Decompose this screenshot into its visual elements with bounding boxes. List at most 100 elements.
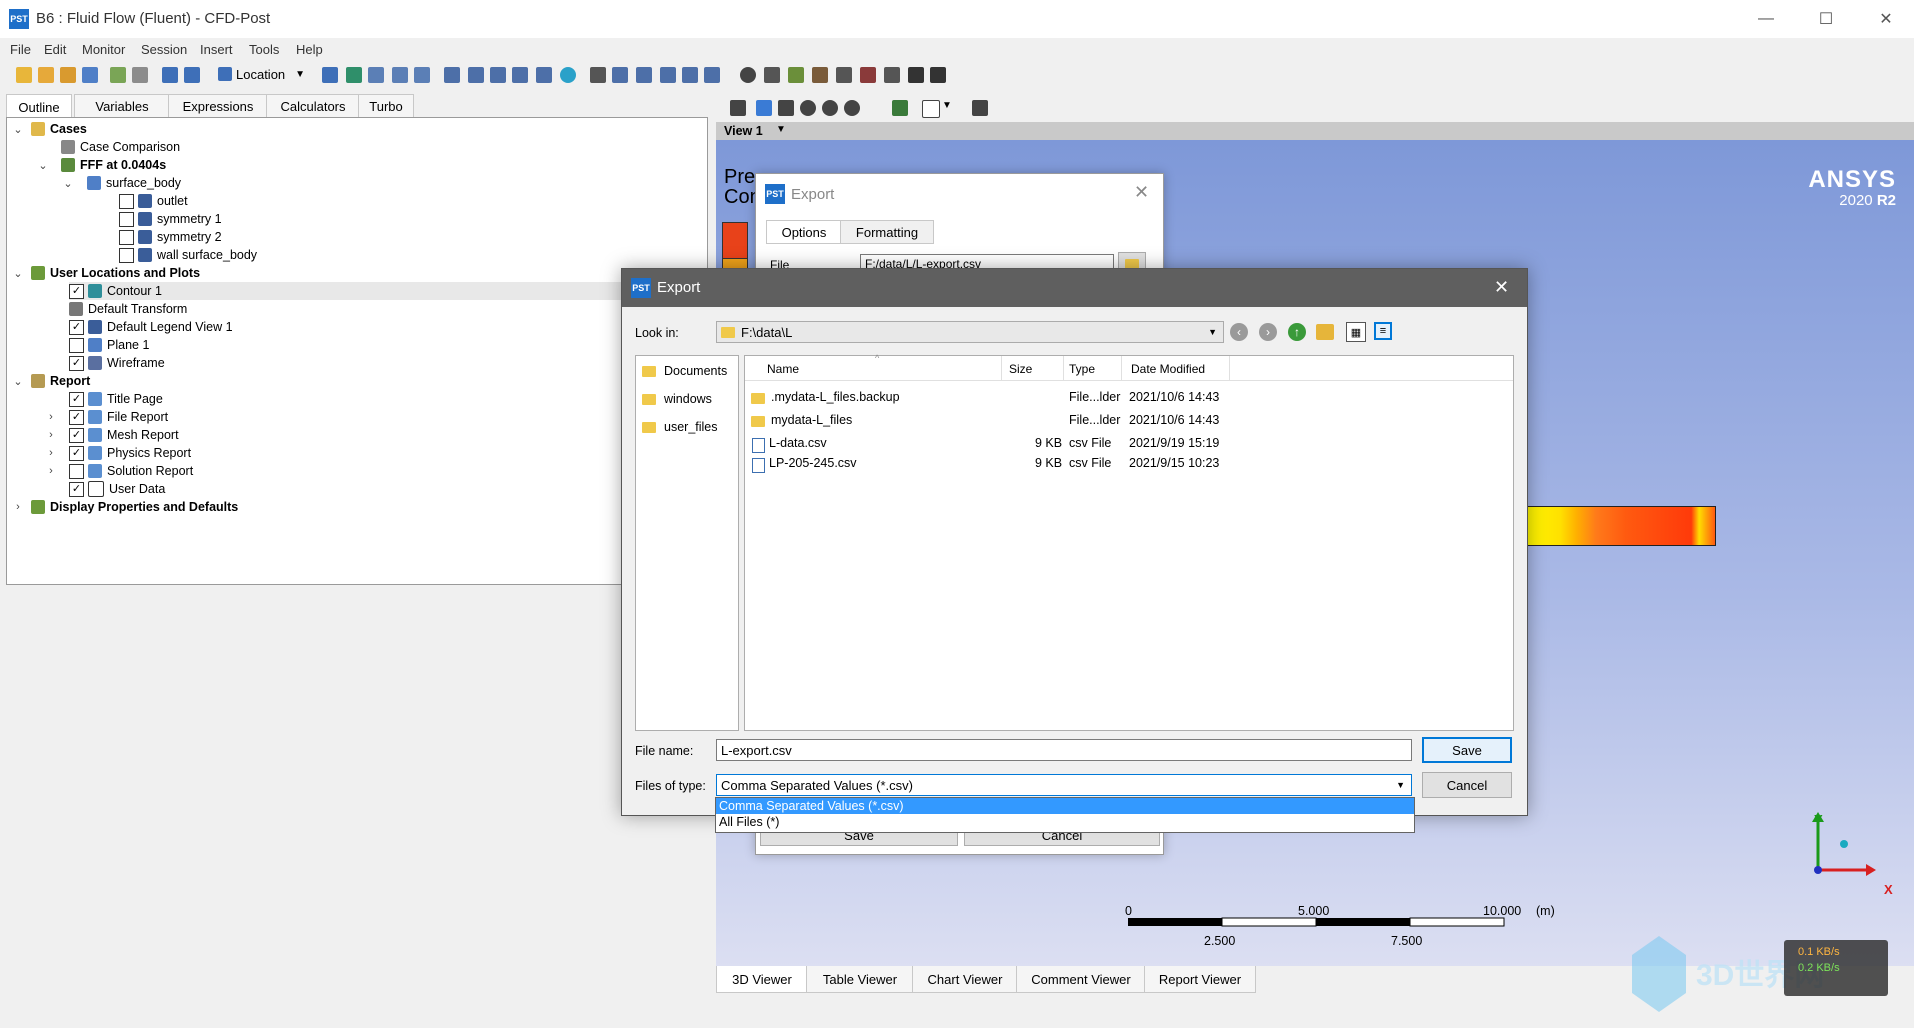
dropdown-option[interactable]: All Files (*)	[716, 814, 1414, 830]
color-icon[interactable]	[560, 67, 576, 83]
checkbox[interactable]: ✓	[69, 283, 84, 299]
minimize-button[interactable]: —	[1736, 0, 1796, 38]
help-pointer-icon[interactable]	[972, 100, 988, 116]
volume-rendering-icon[interactable]	[414, 67, 430, 83]
tree-item-cases[interactable]: Cases	[31, 120, 87, 138]
chevron-down-icon[interactable]: ⌄	[12, 372, 24, 390]
streamline-icon[interactable]	[368, 67, 384, 83]
checkbox[interactable]: ✓	[69, 319, 84, 335]
tab-outline[interactable]: Outline	[6, 94, 72, 119]
chart-icon[interactable]	[660, 67, 676, 83]
location-button[interactable]: Location ▼	[218, 64, 305, 84]
tree-item-report[interactable]: Report	[31, 372, 90, 390]
menu-edit[interactable]: Edit	[44, 42, 66, 57]
tab-report-viewer[interactable]: Report Viewer	[1144, 966, 1256, 993]
new-case-icon[interactable]	[16, 67, 32, 83]
undo-icon[interactable]	[162, 67, 178, 83]
back-icon[interactable]: ‹	[1230, 323, 1248, 341]
zoom-fit-icon[interactable]	[844, 100, 860, 116]
chevron-right-icon[interactable]: ›	[45, 444, 57, 462]
checkbox[interactable]: ✓	[69, 481, 84, 497]
menu-help[interactable]: Help	[296, 42, 323, 57]
column-name[interactable]: Name	[767, 362, 799, 376]
checkbox[interactable]	[119, 211, 134, 227]
contour-icon[interactable]	[346, 67, 362, 83]
mesh-calculator-icon[interactable]	[884, 67, 900, 83]
tree-item-fff[interactable]: FFF at 0.0404s	[61, 156, 166, 174]
detail-view-icon[interactable]: ≡	[1374, 322, 1392, 340]
tree-item-default-legend[interactable]: ✓ Default Legend View 1	[69, 318, 233, 336]
tree-item-symmetry-2[interactable]: symmetry 2	[119, 228, 222, 246]
tree-item-user-data[interactable]: ✓ User Data	[69, 480, 165, 498]
viewport-layout-icon[interactable]	[922, 100, 940, 118]
tree-item-wireframe[interactable]: ✓ Wireframe	[69, 354, 165, 372]
menu-tools[interactable]: Tools	[249, 42, 279, 57]
checkbox[interactable]: ✓	[69, 409, 84, 425]
tab-chart-viewer[interactable]: Chart Viewer	[912, 966, 1018, 993]
tab-comment-viewer[interactable]: Comment Viewer	[1016, 966, 1146, 993]
tree-item-title-page[interactable]: ✓ Title Page	[69, 390, 163, 408]
checkbox[interactable]	[69, 337, 84, 353]
file-name-input[interactable]: L-export.csv	[716, 739, 1412, 761]
tree-item-wall-surface-body[interactable]: wall surface_body	[119, 246, 257, 264]
forward-icon[interactable]: ›	[1259, 323, 1277, 341]
checkbox[interactable]: ✓	[69, 427, 84, 443]
tree-item-mesh-report[interactable]: ✓ Mesh Report	[69, 426, 179, 444]
checkbox[interactable]	[119, 229, 134, 245]
cancel-button[interactable]: Cancel	[1422, 772, 1512, 798]
chevron-down-icon[interactable]: ⌄	[62, 174, 74, 192]
checkbox[interactable]: ✓	[69, 445, 84, 461]
chevron-down-icon[interactable]: ▼	[942, 100, 952, 111]
column-date-modified[interactable]: Date Modified	[1131, 362, 1205, 376]
probe-icon[interactable]	[812, 67, 828, 83]
checkbox[interactable]	[119, 247, 134, 263]
tree-item-solution-report[interactable]: Solution Report	[69, 462, 193, 480]
tab-expressions[interactable]: Expressions	[168, 94, 268, 117]
function-calculator-icon[interactable]	[836, 67, 852, 83]
expression-icon[interactable]	[612, 67, 628, 83]
chevron-down-icon[interactable]: ▼	[776, 124, 786, 135]
tab-formatting[interactable]: Formatting	[840, 220, 934, 244]
macro-calculator-icon[interactable]	[860, 67, 876, 83]
clock-icon[interactable]	[740, 67, 756, 83]
load-results-icon[interactable]	[38, 67, 54, 83]
save-state-icon[interactable]	[82, 67, 98, 83]
coordinate-frame-icon[interactable]	[704, 67, 720, 83]
fit-view-icon[interactable]	[892, 100, 908, 116]
tree-item-file-report[interactable]: ✓ File Report	[69, 408, 168, 426]
variable-icon[interactable]	[590, 67, 606, 83]
quick-edit-icon[interactable]	[788, 67, 804, 83]
select-icon[interactable]	[730, 100, 746, 116]
vector-icon[interactable]	[322, 67, 338, 83]
print-icon[interactable]	[132, 67, 148, 83]
tree-item-physics-report[interactable]: ✓ Physics Report	[69, 444, 191, 462]
dropdown-option-selected[interactable]: Comma Separated Values (*.csv)	[716, 798, 1414, 814]
file-row[interactable]: mydata-L_files File...lder 2021/10/6 14:…	[745, 413, 1513, 433]
place-user-files[interactable]: user_files	[642, 420, 718, 434]
checkbox[interactable]: ✓	[69, 355, 84, 371]
chevron-right-icon[interactable]: ›	[12, 498, 24, 516]
chevron-down-icon[interactable]: ⌄	[37, 156, 49, 174]
new-folder-icon[interactable]	[1316, 324, 1334, 340]
zoom-box-icon[interactable]	[822, 100, 838, 116]
tree-item-symmetry-1[interactable]: symmetry 1	[119, 210, 222, 228]
file-row[interactable]: .mydata-L_files.backup File...lder 2021/…	[745, 390, 1513, 410]
tab-3d-viewer[interactable]: 3D Viewer	[716, 966, 808, 993]
checkbox[interactable]	[119, 193, 134, 209]
file-row[interactable]: LP-205-245.csv 9 KB csv File 2021/9/15 1…	[745, 456, 1513, 476]
tab-calculators[interactable]: Calculators	[266, 94, 360, 117]
pan-icon[interactable]	[778, 100, 794, 116]
case-comparison-icon[interactable]	[908, 67, 924, 83]
tab-table-viewer[interactable]: Table Viewer	[806, 966, 914, 993]
look-in-select[interactable]: F:\data\L ▼	[716, 321, 1224, 343]
checkbox[interactable]	[69, 463, 84, 479]
chevron-down-icon[interactable]: ⌄	[12, 264, 24, 282]
file-row[interactable]: L-data.csv 9 KB csv File 2021/9/19 15:19	[745, 436, 1513, 456]
tab-variables[interactable]: Variables	[74, 94, 170, 117]
checkbox[interactable]: ✓	[69, 391, 84, 407]
view-label[interactable]: View 1	[724, 124, 763, 138]
menu-file[interactable]: File	[10, 42, 31, 57]
tree-item-display-properties[interactable]: Display Properties and Defaults	[31, 498, 238, 516]
export-icon[interactable]	[110, 67, 126, 83]
column-size[interactable]: Size	[1009, 362, 1032, 376]
